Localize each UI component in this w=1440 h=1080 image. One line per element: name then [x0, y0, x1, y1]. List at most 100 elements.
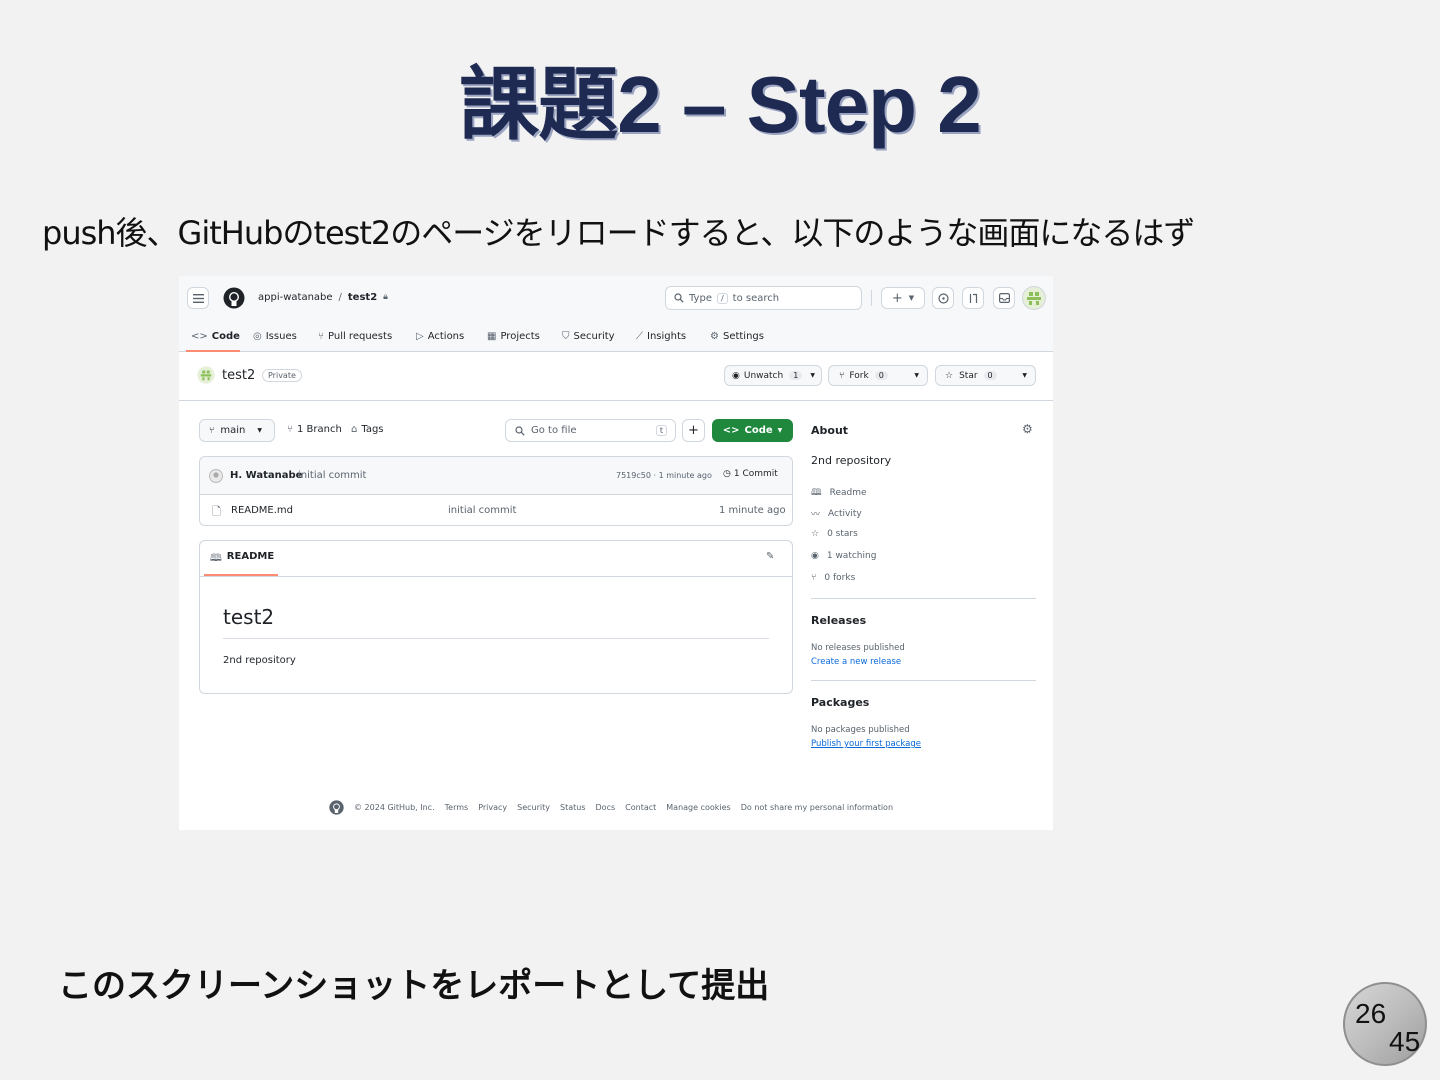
footer-link-docs[interactable]: Docs	[596, 803, 616, 812]
pull-request-icon: ⑂	[318, 330, 324, 342]
plus-icon: +	[688, 423, 699, 438]
commit-count-link[interactable]: ◷ 1 Commit	[723, 469, 778, 479]
tab-issues[interactable]: ◎ Issues	[253, 326, 297, 346]
tab-projects[interactable]: ▦ Projects	[487, 326, 540, 346]
pull-request-icon	[969, 293, 977, 303]
book-icon: 🕮	[811, 488, 822, 498]
commit-author[interactable]: H. Watanabe	[230, 470, 302, 481]
caret-down-icon: ▼	[1022, 372, 1027, 379]
github-logo-icon[interactable]	[223, 287, 245, 309]
readme-body: 2nd repository	[223, 655, 296, 666]
readme-tab[interactable]: 🕮 README	[210, 551, 274, 568]
repo-name[interactable]: test2	[222, 368, 255, 383]
create-new-button[interactable]: + ▼	[881, 287, 925, 309]
footer-link-contact[interactable]: Contact	[625, 803, 656, 812]
commit-message[interactable]: initial commit	[298, 470, 366, 481]
tab-security[interactable]: ⛉ Security	[562, 326, 615, 346]
projects-icon: ▦	[487, 330, 497, 342]
tab-insights-label: Insights	[647, 330, 687, 342]
slide-subtitle: push後、GitHubのtest2のページをリロードすると、以下のような画面に…	[42, 214, 1195, 252]
issue-icon	[937, 292, 949, 304]
search-input[interactable]: Type / to search	[665, 286, 862, 310]
about-item-activity[interactable]: 〰 Activity	[811, 507, 862, 521]
packages-text: No packages published	[811, 725, 910, 735]
page-total: 45	[1389, 1026, 1421, 1057]
caret-down-icon: ▼	[914, 372, 919, 379]
file-name[interactable]: README.md	[231, 505, 293, 516]
footer-link-terms[interactable]: Terms	[445, 803, 469, 812]
releases-text: No releases published	[811, 643, 905, 653]
pull-requests-shortcut-button[interactable]	[962, 287, 984, 309]
shield-icon: ⛉	[562, 330, 570, 342]
fork-button[interactable]: ⑂ Fork 0 ▼	[828, 365, 928, 386]
file-commit-message[interactable]: initial commit	[448, 505, 516, 516]
latest-commit-bar: H. Watanabe initial commit 7519c50 · 1 m…	[200, 457, 792, 495]
about-item-label: 0 forks	[824, 573, 856, 583]
about-item-stars[interactable]: ☆ 0 stars	[811, 529, 858, 539]
footer-link-security[interactable]: Security	[517, 803, 550, 812]
unwatch-count: 1	[789, 371, 803, 380]
tab-pull-requests[interactable]: ⑂ Pull requests	[318, 326, 392, 346]
code-button[interactable]: <> Code ▼	[712, 419, 793, 442]
about-item-readme[interactable]: 🕮 Readme	[811, 485, 867, 501]
file-time: 1 minute ago	[719, 505, 786, 516]
graph-icon: ⟋	[636, 330, 643, 342]
create-release-link[interactable]: Create a new release	[811, 657, 901, 667]
caret-down-icon: ▼	[777, 427, 783, 434]
active-tab-indicator	[186, 350, 240, 352]
releases-title[interactable]: Releases	[811, 614, 866, 627]
about-item-forks[interactable]: ⑂ 0 forks	[811, 573, 855, 583]
tab-settings[interactable]: ⚙ Settings	[710, 326, 764, 346]
tab-pull-requests-label: Pull requests	[328, 330, 393, 342]
plus-icon: +	[891, 290, 903, 306]
tab-actions[interactable]: ▷ Actions	[416, 326, 464, 346]
go-to-file-input[interactable]: Go to file t	[505, 419, 676, 442]
slide-footer-text: このスクリーンショットをレポートとして提出	[58, 966, 770, 1006]
tab-issues-label: Issues	[265, 330, 297, 342]
pulse-icon: 〰	[811, 510, 821, 520]
tab-code-label: Code	[211, 330, 240, 342]
inbox-button[interactable]	[993, 287, 1015, 309]
code-icon: <>	[191, 330, 208, 342]
issue-icon: ◎	[253, 330, 262, 342]
commit-hash-time[interactable]: 7519c50 · 1 minute ago	[616, 471, 712, 480]
star-label: Star	[959, 370, 978, 381]
footer-link-do-not-share[interactable]: Do not share my personal information	[741, 803, 893, 812]
breadcrumb-repo[interactable]: test2	[348, 292, 377, 303]
fork-count: 0	[874, 371, 888, 380]
caret-down-icon: ▼	[810, 372, 815, 379]
footer-link-status[interactable]: Status	[560, 803, 586, 812]
gear-icon[interactable]: ⚙	[1022, 422, 1033, 436]
tab-insights[interactable]: ⟋ Insights	[636, 326, 686, 346]
fork-label: Fork	[849, 370, 869, 381]
slide-title: 課題2 – Step 2	[459, 60, 982, 149]
avatar[interactable]	[1022, 286, 1046, 310]
branch-count-label: 1 Branch	[297, 424, 342, 435]
footer-link-privacy[interactable]: Privacy	[478, 803, 507, 812]
about-item-watching[interactable]: ◉ 1 watching	[811, 551, 876, 561]
caret-down-icon: ▼	[908, 294, 915, 302]
tab-actions-label: Actions	[427, 330, 465, 342]
menu-button[interactable]	[187, 287, 209, 309]
publish-package-link[interactable]: Publish your first package	[811, 739, 921, 749]
edit-icon[interactable]: ✎	[766, 551, 774, 562]
star-button[interactable]: ☆ Star 0 ▼	[935, 365, 1036, 386]
github-header: appi-watanabe / test2 🔒︎ Type / to searc…	[179, 276, 1053, 352]
unwatch-button[interactable]: ◉ Unwatch 1 ▼	[724, 365, 822, 386]
search-icon	[515, 425, 525, 436]
fork-icon: ⑂	[811, 573, 817, 583]
table-row[interactable]: 🗋 README.md initial commit 1 minute ago	[200, 495, 792, 525]
branch-icon: ⑂	[287, 424, 293, 435]
issues-shortcut-button[interactable]	[932, 287, 954, 309]
tags-link[interactable]: ⌂ Tags	[351, 424, 384, 435]
footer-link-manage-cookies[interactable]: Manage cookies	[666, 803, 730, 812]
tab-code[interactable]: <> Code	[191, 326, 240, 346]
file-icon: 🗋	[212, 505, 221, 518]
packages-title[interactable]: Packages	[811, 696, 869, 709]
add-file-button[interactable]: +	[682, 419, 705, 442]
github-screenshot: appi-watanabe / test2 🔒︎ Type / to searc…	[179, 276, 1053, 830]
breadcrumb-owner[interactable]: appi-watanabe	[258, 292, 333, 303]
branch-select[interactable]: ⑂ main ▼	[199, 419, 275, 442]
branch-count-link[interactable]: ⑂ 1 Branch	[287, 424, 342, 435]
tab-settings-label: Settings	[722, 330, 764, 342]
